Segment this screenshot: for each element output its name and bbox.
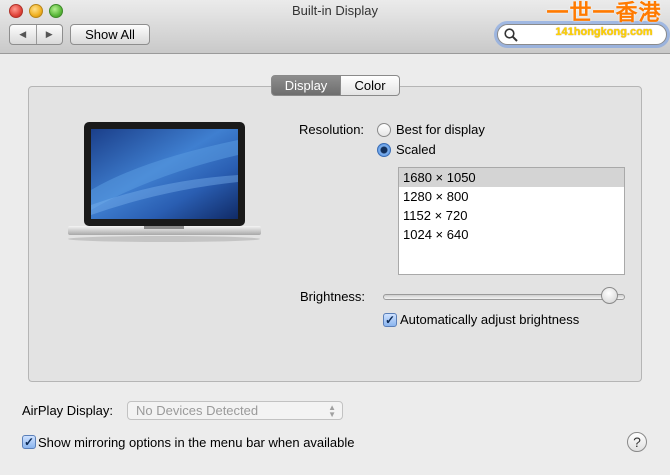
airplay-label: AirPlay Display: xyxy=(22,403,114,418)
brightness-slider-knob[interactable] xyxy=(601,287,618,304)
best-for-display-label[interactable]: Best for display xyxy=(396,122,485,137)
search-icon xyxy=(504,27,518,42)
best-for-display-radio[interactable] xyxy=(377,123,391,137)
watermark-line-2: 141hongkong.com xyxy=(555,26,653,38)
brightness-slider[interactable] xyxy=(383,294,625,300)
laptop-icon xyxy=(68,122,261,242)
show-all-button[interactable]: Show All xyxy=(70,24,150,45)
auto-brightness-checkbox[interactable]: ✓ xyxy=(383,313,397,327)
back-forward-control: ◀ ▶ xyxy=(9,24,63,45)
scaled-label[interactable]: Scaled xyxy=(396,142,436,157)
tab-color[interactable]: Color xyxy=(341,75,400,96)
popup-arrows-icon: ▲ ▼ xyxy=(328,403,336,419)
resolution-row[interactable]: 1680 × 1050 xyxy=(399,168,624,187)
brightness-label: Brightness: xyxy=(300,289,366,304)
tab-display[interactable]: Display xyxy=(271,75,341,96)
auto-brightness-label[interactable]: Automatically adjust brightness xyxy=(400,312,579,327)
help-button[interactable]: ? xyxy=(627,432,647,452)
resolution-row[interactable]: 1280 × 800 xyxy=(399,187,624,206)
airplay-popup[interactable]: No Devices Detected ▲ ▼ xyxy=(127,401,343,420)
tab-bar: Display Color xyxy=(271,75,400,96)
forward-button[interactable]: ▶ xyxy=(37,25,63,44)
airplay-popup-value: No Devices Detected xyxy=(136,403,259,418)
resolution-row[interactable]: 1024 × 640 xyxy=(399,225,624,244)
mirroring-label[interactable]: Show mirroring options in the menu bar w… xyxy=(38,435,355,450)
help-icon: ? xyxy=(633,434,641,450)
watermark-line-1: 一世一香港 xyxy=(546,0,662,25)
scaled-radio[interactable] xyxy=(377,143,391,157)
back-button[interactable]: ◀ xyxy=(10,25,37,44)
resolution-list[interactable]: 1680 × 1050 1280 × 800 1152 × 720 1024 ×… xyxy=(398,167,625,275)
watermark-logo: 一世一香港 141hongkong.com xyxy=(540,2,668,48)
title-bar: Built-in Display ◀ ▶ Show All 一世一香港 141h… xyxy=(0,0,670,54)
resolution-row[interactable]: 1152 × 720 xyxy=(399,206,624,225)
mirroring-checkbox[interactable]: ✓ xyxy=(22,435,36,449)
resolution-label: Resolution: xyxy=(299,122,365,137)
